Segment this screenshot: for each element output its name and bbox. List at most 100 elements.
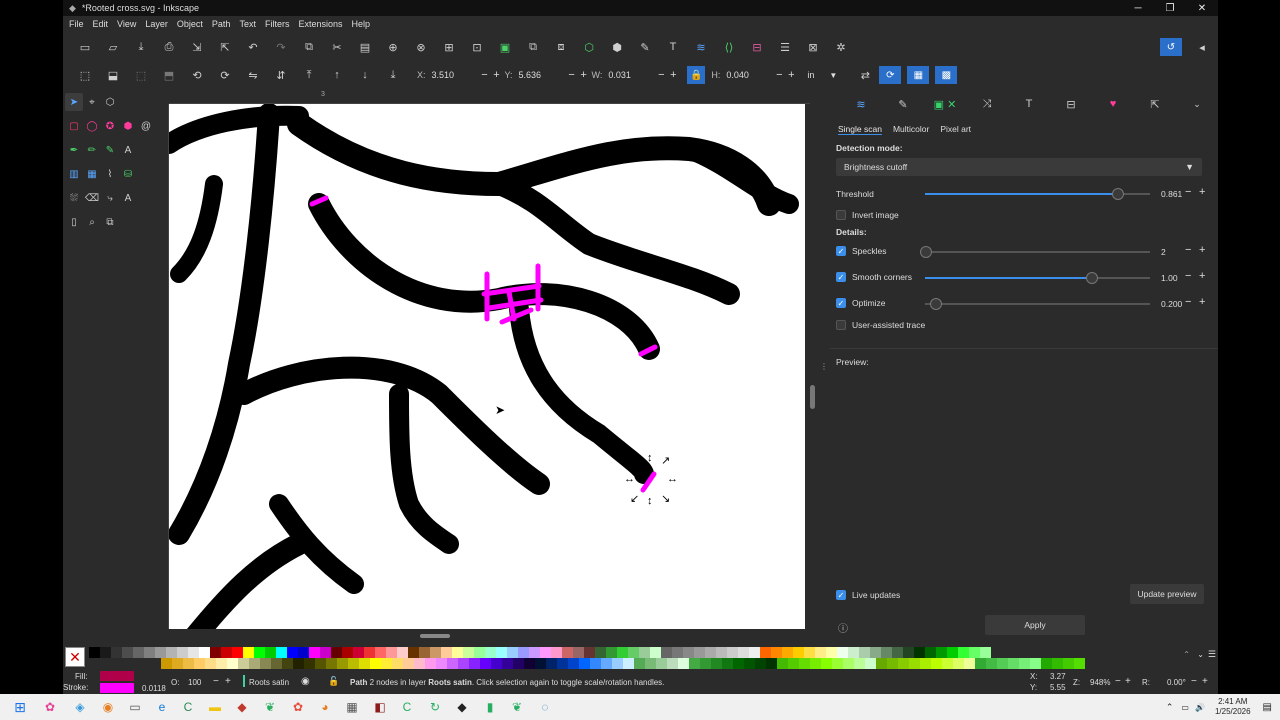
- color-swatch[interactable]: [810, 658, 821, 669]
- rotation-minus-icon[interactable]: −: [1191, 676, 1197, 687]
- color-swatch[interactable]: [804, 647, 815, 658]
- snap-menu-icon[interactable]: ◂: [1194, 37, 1210, 57]
- zoom-drawing-icon[interactable]: ⊗: [407, 37, 435, 57]
- color-swatch[interactable]: [551, 647, 562, 658]
- layer-visibility-icon[interactable]: ◉: [301, 676, 310, 687]
- color-swatch[interactable]: [348, 658, 359, 669]
- color-swatch[interactable]: [925, 647, 936, 658]
- w-field[interactable]: W: 0.031 − +: [592, 66, 680, 84]
- canvas-area[interactable]: 3 ↖ ↕ ↗ ↔ ↔ ↙ ↕ ↘ ➤: [155, 90, 830, 640]
- app-icon-6[interactable]: ✿: [288, 697, 308, 717]
- live-updates-checkbox[interactable]: ✓: [836, 590, 846, 600]
- lock-ratio-icon[interactable]: 🔒: [687, 66, 706, 84]
- clone-icon[interactable]: ⧉: [519, 37, 547, 57]
- no-paint-icon[interactable]: ✕: [65, 647, 85, 667]
- color-swatch[interactable]: [436, 658, 447, 669]
- color-swatch[interactable]: [249, 658, 260, 669]
- color-palette[interactable]: ✕ ⌃ ⌄ ☰: [63, 645, 1218, 669]
- deselect-icon[interactable]: ⬚: [127, 65, 155, 85]
- fill-stroke-tab-icon[interactable]: ✎: [882, 93, 924, 115]
- h-minus-icon[interactable]: −: [773, 69, 785, 81]
- smooth-corners-plus-icon[interactable]: +: [1199, 270, 1205, 282]
- save-icon[interactable]: ⤓: [127, 37, 155, 57]
- color-swatch[interactable]: [837, 647, 848, 658]
- group-icon[interactable]: ⬡: [575, 37, 603, 57]
- color-swatch[interactable]: [722, 658, 733, 669]
- color-swatch[interactable]: [683, 647, 694, 658]
- x-minus-icon[interactable]: −: [479, 69, 491, 81]
- ungroup-icon[interactable]: ⬢: [603, 37, 631, 57]
- color-swatch[interactable]: [359, 658, 370, 669]
- color-swatch[interactable]: [309, 647, 320, 658]
- smooth-corners-slider-knob[interactable]: [1086, 272, 1098, 284]
- color-swatch[interactable]: [260, 658, 271, 669]
- tabs-menu-icon[interactable]: ⌄: [1176, 93, 1218, 115]
- color-swatch[interactable]: [315, 658, 326, 669]
- color-swatch[interactable]: [364, 647, 375, 658]
- duplicate-icon[interactable]: ▣: [491, 37, 519, 57]
- new-document-icon[interactable]: ▭: [71, 37, 99, 57]
- color-swatch[interactable]: [969, 647, 980, 658]
- color-swatch[interactable]: [859, 647, 870, 658]
- color-swatch[interactable]: [293, 658, 304, 669]
- color-swatch[interactable]: [452, 647, 463, 658]
- color-swatch[interactable]: [205, 658, 216, 669]
- color-swatch[interactable]: [689, 658, 700, 669]
- color-swatch[interactable]: [727, 647, 738, 658]
- optimize-minus-icon[interactable]: −: [1185, 296, 1191, 308]
- color-swatch[interactable]: [749, 647, 760, 658]
- color-swatch[interactable]: [793, 647, 804, 658]
- unlink-clone-icon[interactable]: ⧈: [547, 37, 575, 57]
- threshold-slider-knob[interactable]: [1112, 188, 1124, 200]
- import-icon[interactable]: ⇲: [183, 37, 211, 57]
- w-plus-icon[interactable]: +: [667, 69, 679, 81]
- menu-view[interactable]: View: [117, 19, 136, 29]
- raise-top-icon[interactable]: ⤒: [295, 65, 323, 85]
- trace-bitmap-tab-icon[interactable]: ▣ ✕: [924, 93, 966, 115]
- color-swatch[interactable]: [529, 647, 540, 658]
- zoom-plus-icon[interactable]: +: [1125, 676, 1131, 687]
- color-swatch[interactable]: [942, 658, 953, 669]
- spiral-tool-icon[interactable]: @: [137, 117, 155, 135]
- speckles-slider[interactable]: [920, 246, 1150, 258]
- color-swatch[interactable]: [628, 647, 639, 658]
- color-swatch[interactable]: [265, 647, 276, 658]
- color-swatch[interactable]: [887, 658, 898, 669]
- color-swatch[interactable]: [381, 658, 392, 669]
- color-swatch[interactable]: [271, 658, 282, 669]
- color-swatch[interactable]: [419, 647, 430, 658]
- flip-horizontal-icon[interactable]: ⇋: [239, 65, 267, 85]
- current-layer-name[interactable]: Roots satin: [249, 678, 289, 687]
- color-swatch[interactable]: [183, 658, 194, 669]
- gradient-tool-icon[interactable]: ▥: [65, 165, 83, 183]
- color-swatch[interactable]: [546, 658, 557, 669]
- text-tool-icon[interactable]: A: [119, 141, 137, 159]
- x-field[interactable]: X: 3.510 − +: [417, 66, 503, 84]
- color-swatch[interactable]: [194, 658, 205, 669]
- color-swatch[interactable]: [606, 647, 617, 658]
- app-icon-1[interactable]: ◈: [70, 697, 90, 717]
- tools-icon[interactable]: ✲: [827, 37, 855, 57]
- transform-pattern-icon[interactable]: ▩: [935, 66, 958, 84]
- eraser-tool-icon[interactable]: ⌫: [83, 189, 101, 207]
- color-swatch[interactable]: [133, 647, 144, 658]
- speckles-plus-icon[interactable]: +: [1199, 244, 1205, 256]
- color-swatch[interactable]: [496, 647, 507, 658]
- color-swatch[interactable]: [507, 647, 518, 658]
- color-swatch[interactable]: [826, 647, 837, 658]
- measure-tool-icon[interactable]: A: [119, 189, 137, 207]
- color-swatch[interactable]: [848, 647, 859, 658]
- rotation-value[interactable]: 0.00°: [1167, 678, 1186, 687]
- palette-options-icon[interactable]: ☰: [1208, 649, 1216, 660]
- paste-icon[interactable]: ▤: [351, 37, 379, 57]
- path-effects-tab-icon[interactable]: ⤨: [966, 93, 1008, 115]
- threshold-value[interactable]: 0.861: [1161, 189, 1182, 199]
- transform-corners-icon[interactable]: ⟳: [879, 66, 902, 84]
- app-icon-4[interactable]: ◆: [232, 697, 252, 717]
- color-swatch[interactable]: [876, 658, 887, 669]
- color-swatch[interactable]: [1052, 658, 1063, 669]
- color-swatch[interactable]: [232, 647, 243, 658]
- menu-text[interactable]: Text: [239, 19, 256, 29]
- color-swatch[interactable]: [716, 647, 727, 658]
- snap-toggle-icon[interactable]: ↺: [1160, 38, 1182, 56]
